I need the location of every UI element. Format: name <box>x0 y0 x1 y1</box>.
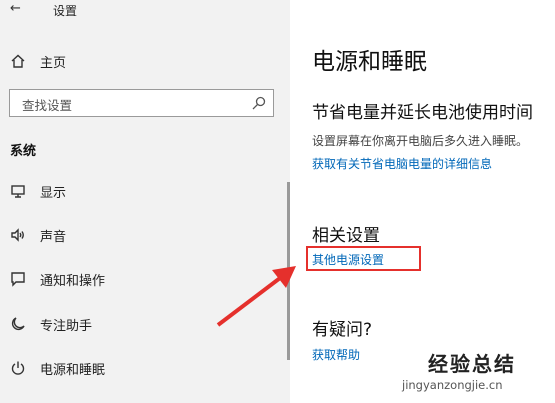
sidebar-item-label: 电源和睡眠 <box>40 363 106 378</box>
sidebar-item-label: 通知和操作 <box>40 274 106 289</box>
sidebar-item-label: 显示 <box>40 186 67 201</box>
back-button[interactable]: ← <box>10 1 21 16</box>
get-help-link[interactable]: 获取帮助 <box>312 346 360 363</box>
monitor-icon <box>10 183 28 201</box>
page-title: 电源和睡眠 <box>312 49 427 75</box>
search-input[interactable]: 查找设置 <box>9 89 274 117</box>
notification-icon <box>10 271 28 289</box>
sidebar-item-label: 专注助手 <box>40 319 93 334</box>
power-icon <box>10 360 28 378</box>
search-icon[interactable] <box>251 95 267 111</box>
moon-icon <box>10 316 28 334</box>
watermark-url: jingyanzongjie.cn <box>402 378 503 392</box>
question-heading: 有疑问? <box>312 320 373 340</box>
main-panel: 电源和睡眠 节省电量并延长电池使用时间 设置屏幕在你离开电脑后多久进入睡眠。 获… <box>290 0 555 403</box>
battery-heading: 节省电量并延长电池使用时间 <box>312 103 533 123</box>
search-placeholder: 查找设置 <box>22 98 73 113</box>
section-heading: 系统 <box>10 144 37 159</box>
highlight-box <box>306 246 421 271</box>
home-icon <box>10 53 28 71</box>
battery-info-link[interactable]: 获取有关节省电脑电量的详细信息 <box>312 155 492 172</box>
app-title: 设置 <box>53 4 78 18</box>
watermark-title: 经验总结 <box>428 352 516 376</box>
sidebar-item-label: 主页 <box>40 56 67 71</box>
related-settings-heading: 相关设置 <box>312 226 380 246</box>
sidebar: ← 设置 主页 查找设置 系统 显示 声音 通知和操作 专注助手 电源和睡眠 <box>0 0 290 403</box>
sleep-description: 设置屏幕在你离开电脑后多久进入睡眠。 <box>312 134 529 148</box>
sidebar-item-label: 声音 <box>40 230 67 245</box>
speaker-icon <box>10 227 28 245</box>
